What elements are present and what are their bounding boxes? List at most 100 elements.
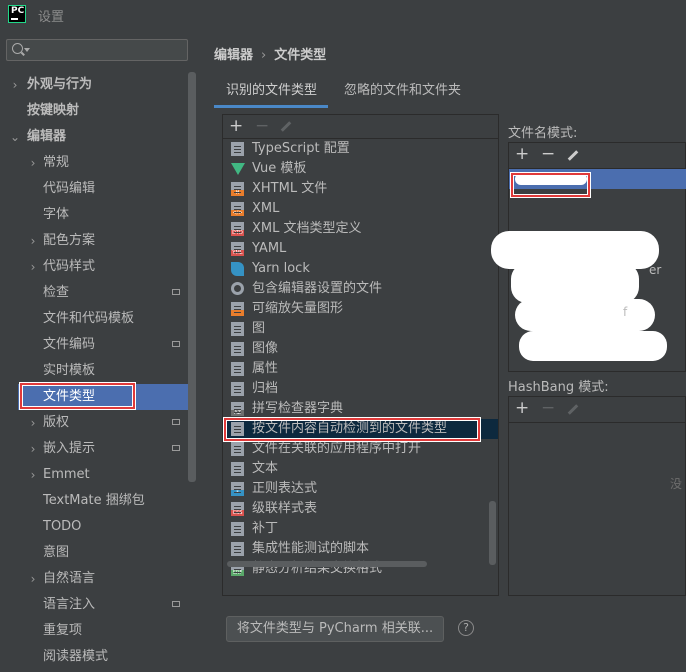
remove-hashbang-button[interactable]: − [541,398,555,418]
sidebar-item[interactable]: 文件类型 [18,384,188,410]
file-type-label: 图 [252,321,266,336]
sidebar-item[interactable]: › 自然语言 [0,566,188,592]
redacted-pattern [515,173,587,185]
sidebar-item[interactable]: 实时模板 [0,358,188,384]
file-type-row[interactable]: Vue 模板 [223,159,498,179]
file-type-label: YAML [252,241,287,256]
xhtml-icon: H [231,182,244,196]
doc-icon [231,142,244,156]
file-type-row[interactable]: 文件在关联的应用程序中打开 [223,439,498,459]
chevron-down-icon[interactable]: ⌄ [8,124,22,150]
sidebar-item[interactable]: ⌄ 编辑器 [0,124,188,150]
sidebar-item[interactable]: › 嵌入提示 [0,436,188,462]
svg-icon [231,302,244,316]
chevron-right-icon[interactable]: › [8,72,22,98]
sidebar-scrollbar[interactable] [188,72,196,482]
sidebar-item[interactable]: › Emmet [0,462,188,488]
file-type-label: 文件在关联的应用程序中打开 [252,441,422,456]
hashbang-empty-hint: 没 [670,477,683,491]
dtd-icon: DTD [231,222,244,236]
list-horizontal-scrollbar[interactable] [227,561,427,567]
vue-icon [231,163,245,175]
sidebar-item-label: 代码编辑 [43,181,96,196]
sidebar-item[interactable]: 文件编码 [0,332,188,358]
file-type-row[interactable]: H XHTML 文件 [223,179,498,199]
search-icon [12,43,23,54]
file-type-row[interactable]: DTD XML 文档类型定义 [223,219,498,239]
file-type-row[interactable]: YML YAML [223,239,498,259]
sidebar-item[interactable]: 按键映射 [0,98,188,124]
file-type-row[interactable]: Yarn lock [223,259,498,279]
edit-icon[interactable] [280,121,292,132]
patterns-panel: + − er f [491,142,686,372]
sidebar-item-label: 字体 [43,207,70,222]
list-vertical-scrollbar[interactable] [489,501,496,565]
file-type-row[interactable]: 包含编辑器设置的文件 [223,279,498,299]
sidebar-item[interactable]: › 常规 [0,150,188,176]
yaml-icon: YML [231,242,244,256]
patch-icon [231,522,244,536]
search-input[interactable] [6,39,188,61]
sidebar-item[interactable]: 阅读器模式 [0,644,188,670]
sidebar-item[interactable]: › 配色方案 [0,228,188,254]
chevron-right-icon[interactable]: › [26,462,40,488]
file-type-row[interactable]: 图 [223,319,498,339]
file-type-label: 拼写检查器字典 [252,401,344,416]
remove-file-type-button[interactable]: − [255,116,269,136]
add-pattern-button[interactable]: + [515,144,529,164]
tab-ignored-files[interactable]: 忽略的文件和文件夹 [344,80,461,108]
chevron-right-icon[interactable]: › [26,254,40,280]
file-type-row[interactable]: 属性 [223,359,498,379]
chevron-right-icon[interactable]: › [26,566,40,592]
tab-recognized-file-types[interactable]: 识别的文件类型 [214,80,328,108]
gear-icon [231,282,244,295]
file-type-row[interactable]: 可缩放矢量图形 [223,299,498,319]
sidebar-item[interactable]: 意图 [0,540,188,566]
sidebar-item[interactable]: 字体 [0,202,188,228]
file-type-label: 级联样式表 [252,501,318,516]
file-type-row[interactable]: 集成性能测试的脚本 [223,539,498,559]
sidebar-item[interactable]: › 外观与行为 [0,72,188,98]
chevron-right-icon[interactable]: › [26,228,40,254]
associate-file-types-button[interactable]: 将文件类型与 PyCharm 相关联... [226,616,444,642]
script-icon [231,542,244,556]
file-type-row[interactable]: 补丁 [223,519,498,539]
sidebar-item[interactable]: TextMate 捆绑包 [0,488,188,514]
sidebar-item[interactable]: 文件和代码模板 [0,306,188,332]
file-type-row[interactable]: AZ 拼写检查器字典 [223,399,498,419]
edit-pattern-icon[interactable] [567,150,579,161]
archive-icon [231,382,244,396]
chevron-right-icon[interactable]: › [26,436,40,462]
redacted-block [515,299,655,331]
help-icon[interactable]: ? [458,620,474,636]
file-type-label: 补丁 [252,521,279,536]
sidebar-item[interactable]: TODO [0,514,188,540]
file-type-row[interactable]: * 正则表达式 [223,479,498,499]
sidebar-item[interactable]: 重复项 [0,618,188,644]
chevron-right-icon[interactable]: › [26,150,40,176]
file-type-row[interactable]: 图像 [223,339,498,359]
add-file-type-button[interactable]: + [229,116,243,136]
file-type-row[interactable]: 按文件内容自动检测到的文件类型 [223,419,498,439]
edit-hashbang-icon[interactable] [567,404,579,415]
chevron-right-icon[interactable]: › [26,410,40,436]
project-scope-icon [172,341,180,347]
sidebar-item[interactable]: 代码编辑 [0,176,188,202]
sidebar-item[interactable]: › 版权 [0,410,188,436]
file-type-row[interactable]: TypeScript 配置 [223,139,498,159]
regex-icon: * [231,482,244,496]
file-type-label: Yarn lock [252,261,310,276]
breadcrumb-parent[interactable]: 编辑器 [214,48,253,63]
sidebar-item[interactable]: 语言注入 [0,592,188,618]
file-type-row[interactable]: 归档 [223,379,498,399]
sidebar-item[interactable]: 检查 [0,280,188,306]
sidebar-item-label: 重复项 [43,623,83,638]
sidebar-item[interactable]: › 代码样式 [0,254,188,280]
breadcrumb-current: 文件类型 [274,48,327,63]
file-type-row[interactable]: CSS 级联样式表 [223,499,498,519]
file-type-row[interactable]: </> XML [223,199,498,219]
remove-pattern-button[interactable]: − [541,144,555,164]
file-type-label: 包含编辑器设置的文件 [252,281,383,296]
file-type-row[interactable]: 文本 [223,459,498,479]
add-hashbang-button[interactable]: + [515,398,529,418]
